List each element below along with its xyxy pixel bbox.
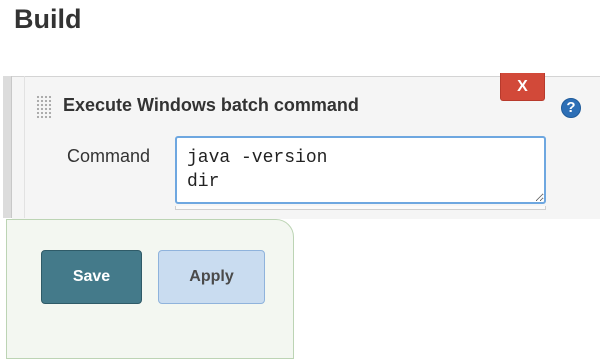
save-button[interactable]: Save [41,250,142,304]
step-divider [24,76,25,218]
step-title: Execute Windows batch command [63,95,359,115]
command-textarea[interactable] [175,136,546,204]
section-title: Build [14,4,82,34]
apply-button[interactable]: Apply [158,250,265,304]
drag-handle-icon[interactable] [36,95,52,119]
help-icon[interactable]: ? [561,98,581,118]
textarea-expand-bar [175,206,546,210]
step-left-border [3,76,12,218]
delete-step-button[interactable]: X [500,73,545,101]
command-label: Command [67,146,151,166]
